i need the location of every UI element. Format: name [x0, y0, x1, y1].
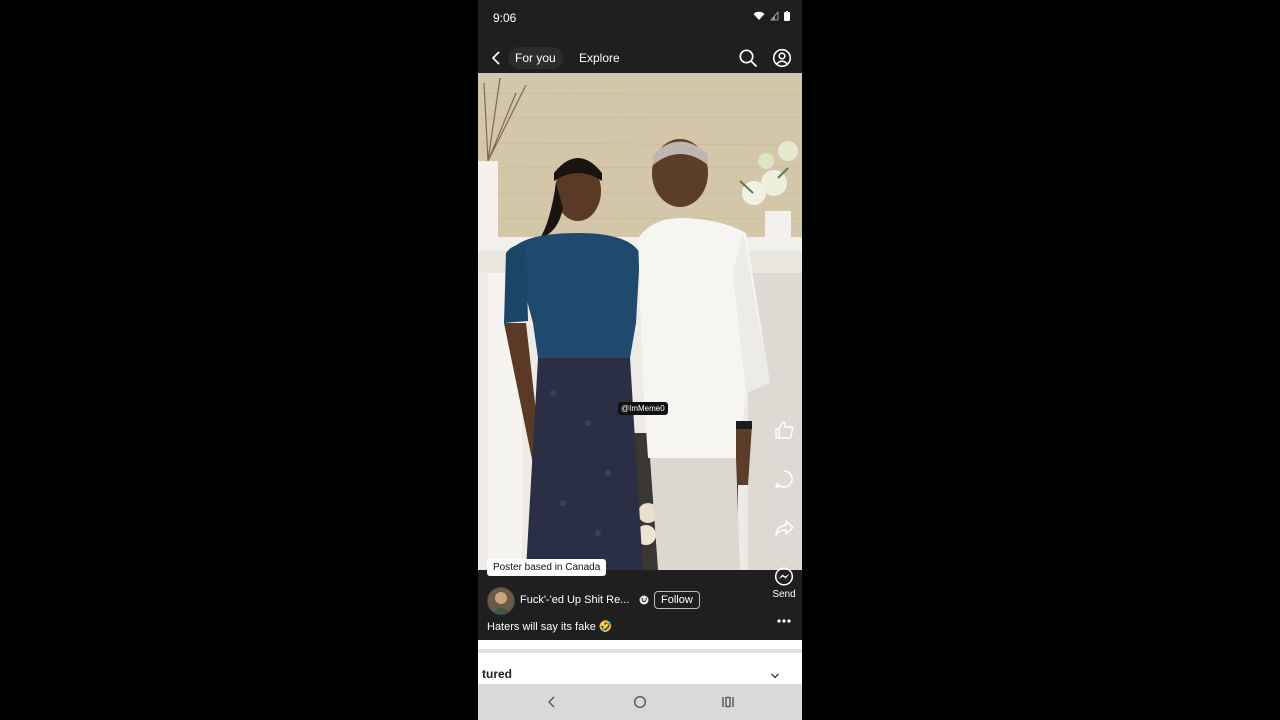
avatar-image [488, 588, 514, 614]
status-icons [753, 11, 790, 21]
messenger-icon[interactable] [773, 566, 795, 588]
like-button[interactable]: 3.4K [766, 419, 802, 453]
share-count: 2K [778, 541, 790, 551]
section-divider [478, 649, 802, 653]
top-navigation: For you Explore [478, 42, 802, 74]
author-row: Fuck'-'ed Up Shit Re... Follow [487, 587, 797, 615]
chevron-down-icon[interactable] [770, 671, 780, 681]
feed-next-section: tured [478, 640, 802, 684]
section-heading-partial: tured [482, 667, 512, 681]
status-bar: 9:06 [478, 0, 802, 36]
poster-location-badge: Poster based in Canada [487, 559, 607, 576]
tab-for-you[interactable]: For you [508, 47, 563, 69]
phone-screen: 9:06 For you Explore @ImMeme0 3.4K 371 2… [478, 0, 802, 720]
video-frame [478, 73, 802, 570]
video-player[interactable]: @ImMeme0 [478, 73, 802, 570]
author-name[interactable]: Fuck'-'ed Up Shit Re... [520, 594, 629, 606]
post-caption: Haters will say its fake 🤣 [487, 621, 613, 633]
comment-icon[interactable] [773, 468, 795, 490]
video-watermark: @ImMeme0 [618, 402, 668, 415]
search-icon[interactable] [738, 48, 758, 68]
chevron-left-icon[interactable] [488, 50, 504, 66]
follow-button[interactable]: Follow [654, 591, 700, 609]
avatar[interactable] [487, 587, 515, 615]
globe-icon [639, 595, 649, 605]
share-icon[interactable] [773, 517, 795, 539]
cellular-signal-icon [770, 11, 779, 21]
tab-explore[interactable]: Explore [579, 47, 620, 69]
battery-icon [784, 11, 790, 21]
system-back-icon[interactable] [544, 694, 560, 710]
thumbs-up-icon[interactable] [773, 419, 795, 441]
comment-count: 371 [776, 492, 792, 502]
system-home-icon[interactable] [632, 694, 648, 710]
status-time: 9:06 [493, 11, 517, 25]
system-recents-icon[interactable] [720, 694, 736, 710]
wifi-icon [753, 11, 765, 20]
like-count: 3.4K [774, 443, 794, 453]
share-button[interactable]: 2K [766, 517, 802, 551]
comment-button[interactable]: 371 [766, 468, 802, 502]
more-options-icon[interactable] [776, 613, 792, 629]
system-navigation-bar [478, 684, 802, 720]
profile-icon[interactable] [772, 48, 792, 68]
